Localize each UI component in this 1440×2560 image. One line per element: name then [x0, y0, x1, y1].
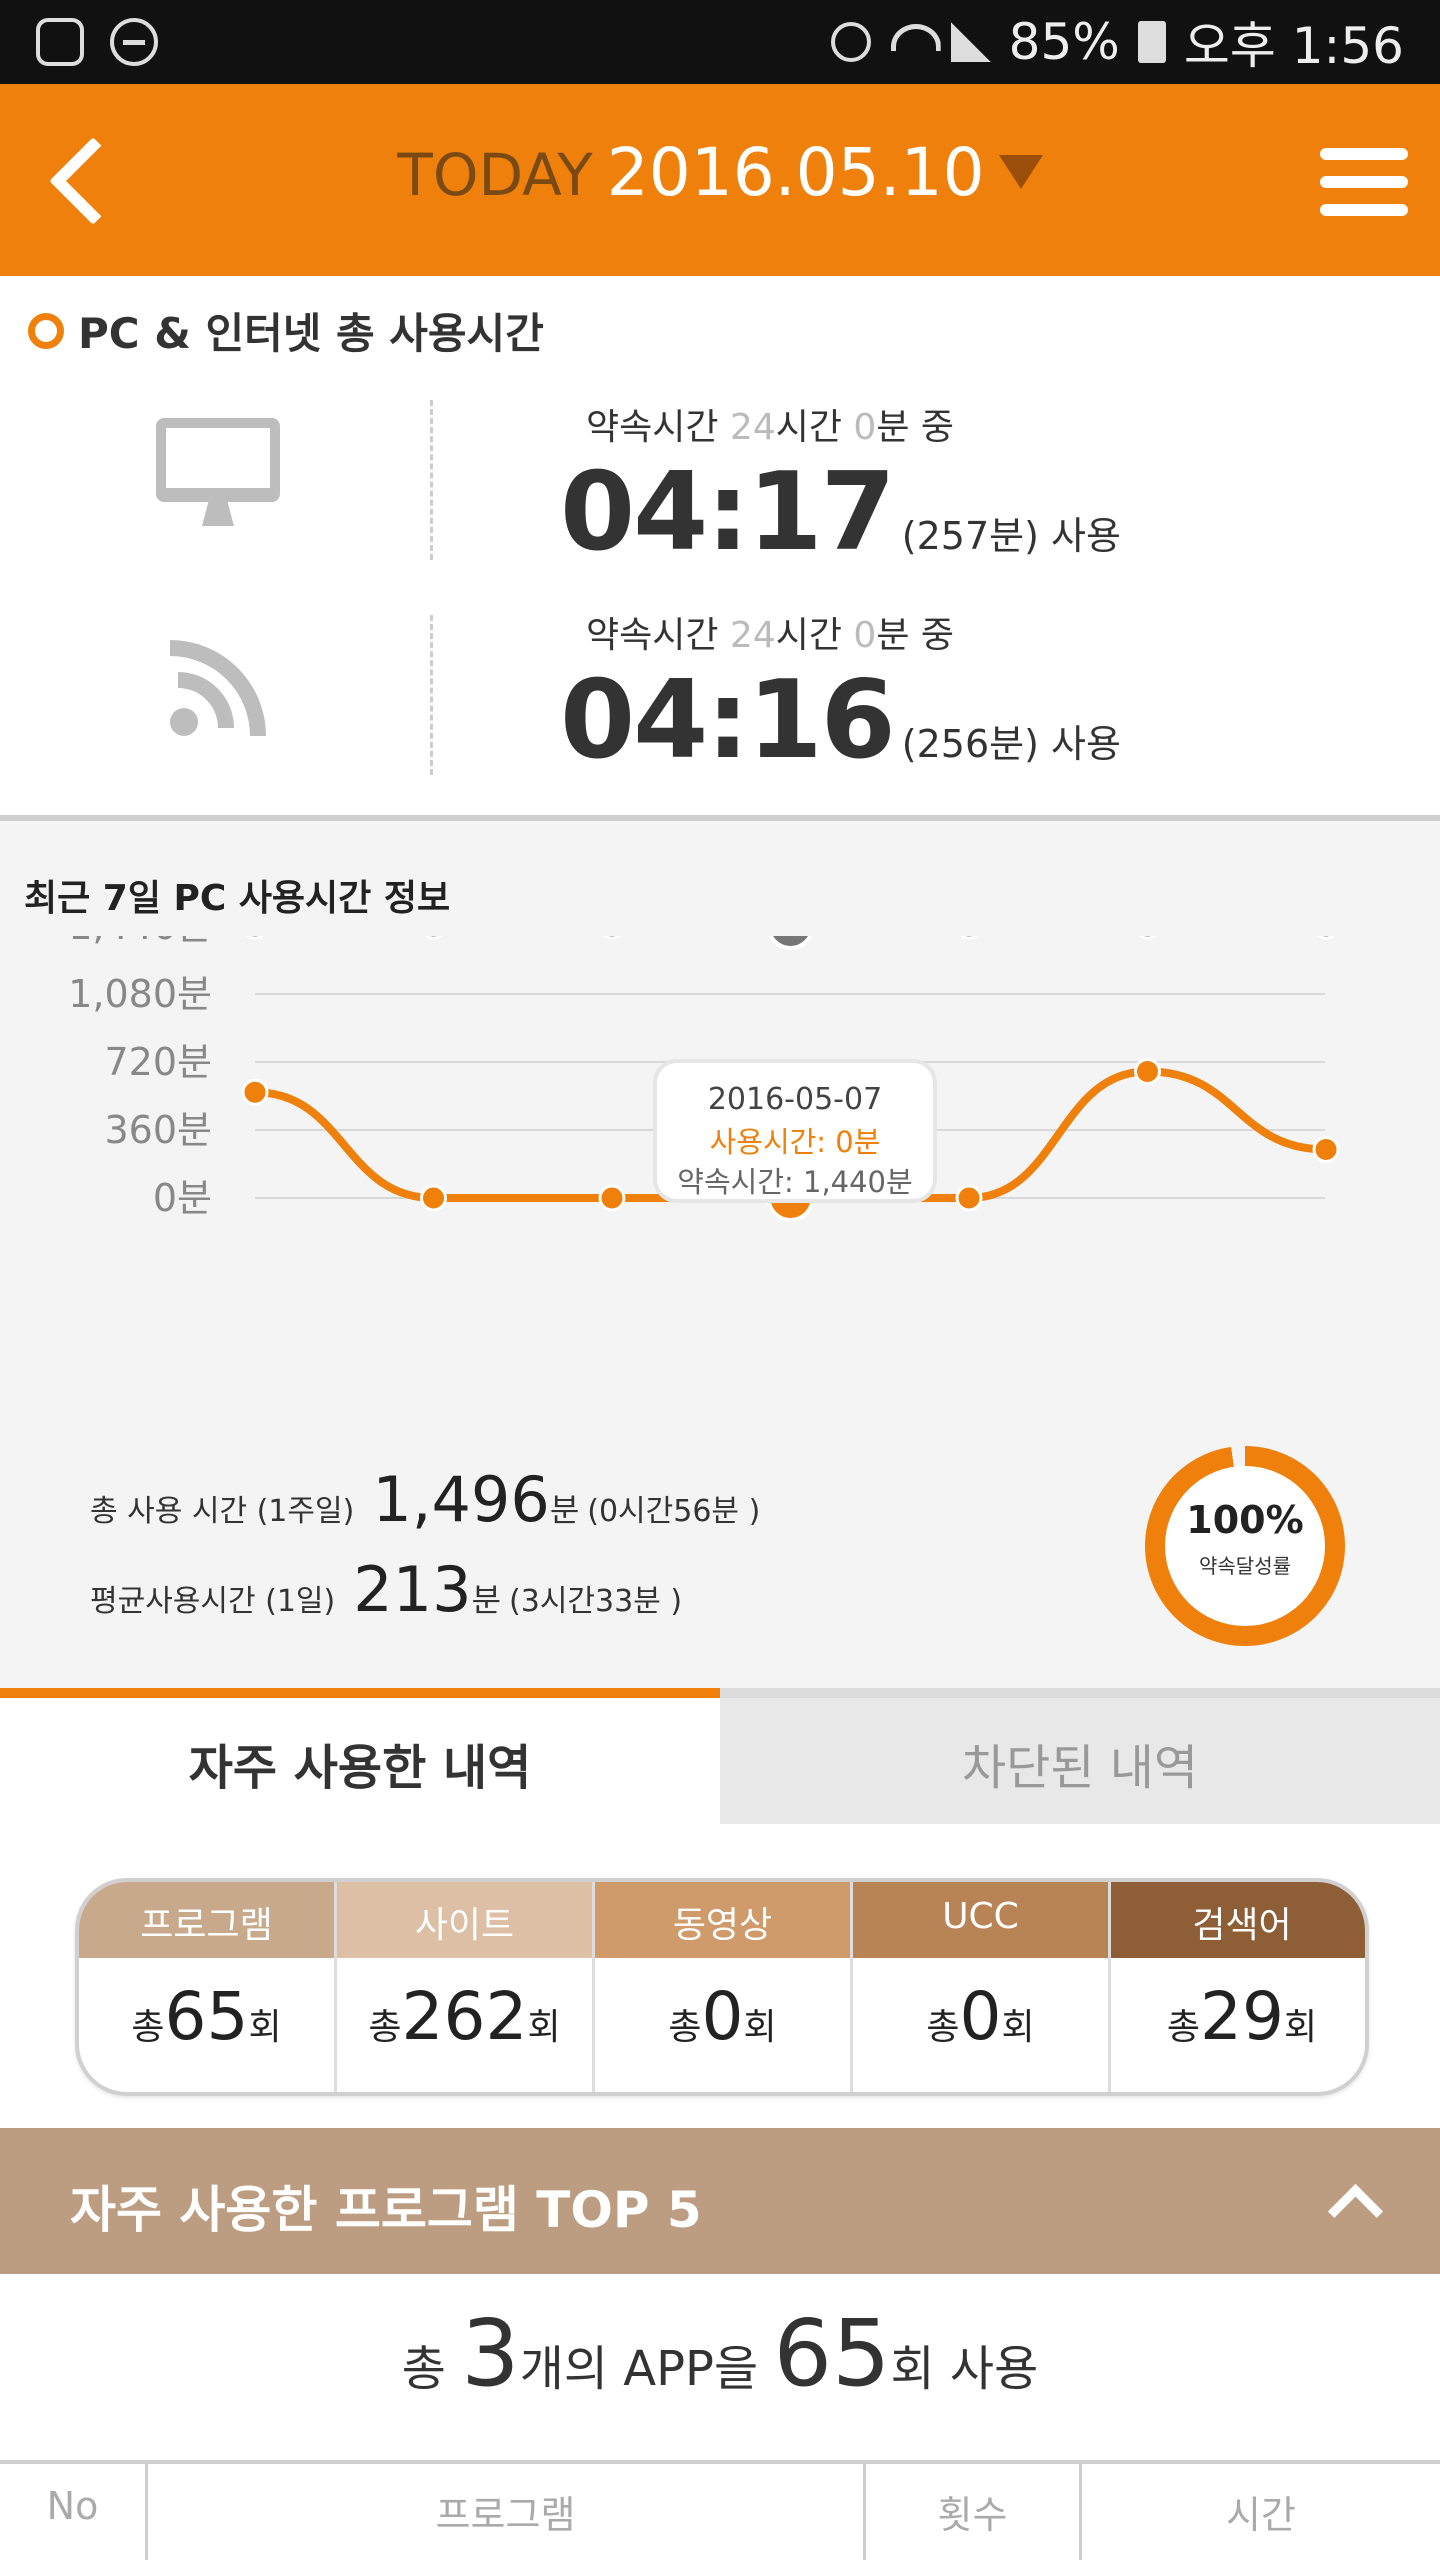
category-count: 총0회 — [668, 1978, 777, 2055]
internet-usage-minutes: (256분) 사용 — [901, 722, 1121, 766]
column-time: 시간 — [1226, 2493, 1296, 2537]
category-header: UCC — [853, 1882, 1108, 1958]
clock: 오후 1:56 — [1183, 17, 1404, 75]
top5-title: 자주 사용한 프로그램 TOP 5 — [70, 2181, 702, 2239]
date-selector[interactable]: TODAY 2016.05.10 — [0, 134, 1440, 211]
dropdown-caret-icon — [998, 155, 1043, 189]
do-not-disturb-icon — [110, 18, 158, 66]
column-no: No — [0, 2464, 148, 2560]
status-bar: 85% 오후 1:56 — [0, 0, 1440, 84]
weekly-chart-title: 최근 7일 PC 사용시간 정보 — [24, 878, 451, 919]
promise-point — [1138, 936, 1157, 940]
battery-percent: 85% — [1008, 13, 1120, 71]
pc-promise-text: 약속시간 24시간 0분 중 — [585, 407, 955, 448]
category-count: 총65회 — [131, 1978, 282, 2055]
tab-blocked[interactable]: 차단된 내역 — [720, 1688, 1440, 1824]
y-tick-label: 0분 — [153, 1176, 212, 1220]
category-header: 사이트 — [337, 1882, 592, 1958]
tab-frequent[interactable]: 자주 사용한 내역 — [0, 1688, 720, 1824]
today-label: TODAY — [397, 141, 593, 209]
monitor-icon — [156, 418, 280, 526]
category-count: 총262회 — [368, 1978, 561, 2055]
usage-point — [420, 1184, 447, 1212]
weekly-usage-chart: 0분 360분 720분 1,080분 1,440분 5/4 5/5 5/6 5/7 5/8 5/… — [68, 936, 1371, 1236]
collapse-chevron-icon[interactable] — [1320, 2168, 1390, 2238]
circle-bullet-icon — [28, 312, 64, 349]
internet-usage: 약속시간 24시간 0분 중 04:16 (256분) 사용 — [560, 606, 1160, 783]
usage-point — [1134, 1057, 1161, 1085]
tooltip-promise: 약속시간: 1,440분 — [677, 1165, 912, 1199]
y-tick-label: 1,080분 — [68, 972, 212, 1016]
x-tick-label: 5/6 — [580, 1232, 644, 1236]
history-tabs: 자주 사용한 내역 차단된 내역 — [0, 1688, 1440, 1824]
category-count: 총0회 — [926, 1978, 1035, 2055]
x-tick-label: 5/10 — [1281, 1232, 1371, 1236]
y-tick-label: 1,440분 — [68, 936, 212, 948]
weekly-chart-panel: 최근 7일 PC 사용시간 정보 0분 360분 720분 1,080분 1,440분 … — [0, 815, 1440, 1688]
y-tick-label: 720분 — [105, 1040, 213, 1084]
category-program[interactable]: 프로그램 총65회 — [79, 1882, 337, 2092]
usage-point — [241, 1078, 269, 1106]
app-usage-summary: 총 3개의 APP을 65회 사용 — [401, 2300, 1039, 2407]
weekly-total: 총 사용 시간 (1주일) 1,496분 (0시간56분 ) — [90, 1463, 761, 1536]
x-tick-label: 5/7 — [758, 1232, 822, 1236]
internet-usage-time: 04:16 — [560, 658, 896, 783]
promise-point — [602, 936, 622, 940]
category-site[interactable]: 사이트 총262회 — [337, 1882, 595, 2092]
usage-section-title: PC & 인터넷 총 사용시간 — [28, 300, 544, 361]
pc-usage-minutes: (257분) 사용 — [901, 514, 1121, 558]
signal-icon — [950, 22, 991, 62]
menu-button[interactable] — [1320, 144, 1410, 220]
divider — [430, 615, 433, 775]
internet-promise-text: 약속시간 24시간 0분 중 — [585, 615, 955, 656]
app-header: TODAY 2016.05.10 — [0, 84, 1440, 276]
promise-point — [424, 936, 443, 940]
tooltip-date: 2016-05-07 — [708, 1082, 882, 1117]
x-tick-label: 5/5 — [401, 1232, 465, 1236]
promise-point — [245, 936, 265, 940]
alarm-icon — [830, 22, 871, 62]
achievement-label: 약속달성률 — [1199, 1554, 1291, 1578]
x-tick-label: 5/4 — [223, 1232, 287, 1236]
battery-icon — [1137, 21, 1166, 63]
x-tick-label: 5/9 — [1115, 1232, 1179, 1236]
divider — [430, 400, 433, 560]
category-count: 총29회 — [1166, 1978, 1318, 2055]
column-count: 횟수 — [866, 2464, 1082, 2560]
x-tick-label: 5/8 — [937, 1232, 1001, 1236]
internet-feed-icon — [170, 640, 266, 736]
category-search[interactable]: 검색어 총29회 — [1111, 1882, 1365, 2092]
program-table-header: No 프로그램 횟수 시간 — [0, 2460, 1440, 2560]
category-summary: 프로그램 총65회 사이트 총262회 동영상 총0회 UCC 총0회 검색어 … — [75, 1878, 1369, 2096]
promise-point — [1316, 936, 1336, 940]
pc-usage: 약속시간 24시간 0분 중 04:17 (257분) 사용 — [560, 398, 1160, 575]
usage-point — [955, 1184, 983, 1212]
promise-point — [768, 936, 813, 950]
category-header: 동영상 — [595, 1882, 850, 1958]
category-ucc[interactable]: UCC 총0회 — [853, 1882, 1111, 2092]
tooltip-usage: 사용시간: 0분 — [710, 1125, 881, 1159]
daily-average: 평균사용시간 (1일) 213분 (3시간33분 ) — [90, 1553, 683, 1626]
promise-point — [959, 936, 979, 940]
usage-point — [1312, 1135, 1340, 1163]
top5-header[interactable]: 자주 사용한 프로그램 TOP 5 — [0, 2128, 1440, 2274]
y-tick-label: 360분 — [105, 1108, 213, 1152]
achievement-donut: 100% 약속달성률 — [1145, 1446, 1345, 1646]
wifi-icon — [889, 22, 933, 62]
column-program: 프로그램 — [148, 2464, 866, 2560]
category-header: 프로그램 — [79, 1882, 334, 1958]
category-video[interactable]: 동영상 총0회 — [595, 1882, 853, 2092]
app-notification-icon — [36, 18, 84, 66]
current-date: 2016.05.10 — [606, 134, 985, 211]
usage-point — [598, 1184, 626, 1212]
category-header: 검색어 — [1111, 1882, 1365, 1958]
pc-usage-time: 04:17 — [560, 450, 896, 575]
achievement-percent: 100% — [1186, 1498, 1304, 1542]
